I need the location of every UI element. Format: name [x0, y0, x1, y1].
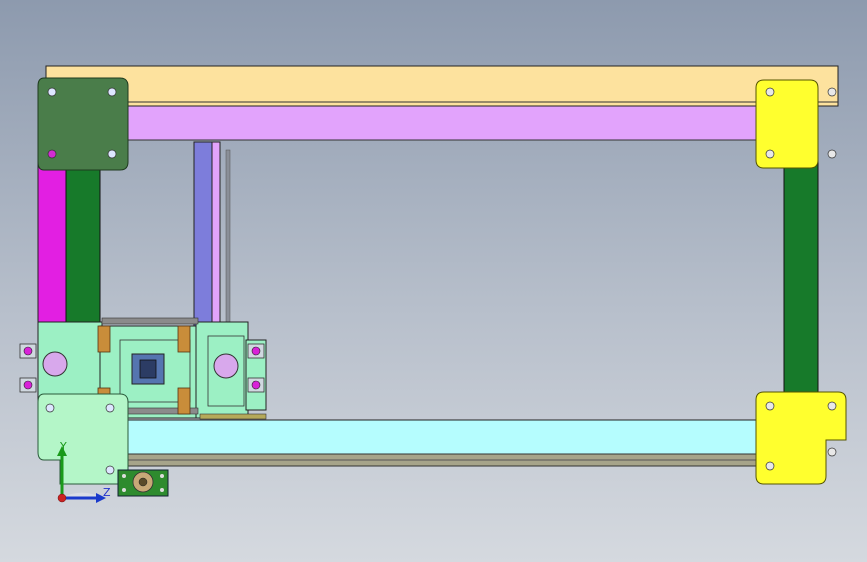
right-vertical-post[interactable] — [783, 159, 819, 401]
linear-bearing-rod — [101, 317, 199, 325]
corner-plate-bottom-right[interactable] — [755, 391, 847, 485]
triad-z-label: Z — [103, 486, 111, 499]
carriage-left-round — [42, 351, 68, 377]
left-side-bar[interactable] — [37, 159, 67, 331]
linear-guide-rail[interactable] — [193, 141, 213, 333]
bottom-beam[interactable] — [125, 419, 759, 455]
hole-icon — [47, 149, 57, 159]
cad-model — [19, 65, 847, 503]
corner-plate-top-left[interactable] — [37, 77, 129, 171]
hole-icon — [45, 403, 55, 413]
top-rail[interactable] — [45, 65, 839, 107]
hole-icon — [765, 401, 775, 411]
bearing-icon — [177, 387, 191, 415]
top-beam[interactable] — [125, 105, 759, 141]
carriage-right-round — [213, 353, 239, 379]
motor-icon[interactable] — [117, 469, 169, 497]
cad-viewport[interactable]: Y Z — [0, 0, 867, 562]
hole-icon — [827, 447, 837, 457]
triad-y-label: Y — [60, 440, 67, 453]
bottom-slider-strip — [199, 413, 267, 420]
hole-icon — [827, 87, 837, 97]
center-motor-core — [139, 359, 157, 379]
hole-icon — [105, 465, 115, 475]
hole-icon — [765, 461, 775, 471]
bearing-icon — [177, 325, 191, 353]
hole-icon — [107, 149, 117, 159]
linear-guide-strip — [225, 149, 231, 331]
linear-guide-rail-secondary[interactable] — [211, 141, 221, 333]
bearing-icon — [97, 325, 111, 353]
hole-icon — [47, 87, 57, 97]
hole-icon — [827, 149, 837, 159]
corner-plate-bottom-left[interactable] — [37, 393, 129, 485]
hole-icon — [827, 401, 837, 411]
hole-icon — [765, 149, 775, 159]
hole-icon — [107, 87, 117, 97]
hole-icon — [105, 403, 115, 413]
hole-icon — [765, 87, 775, 97]
